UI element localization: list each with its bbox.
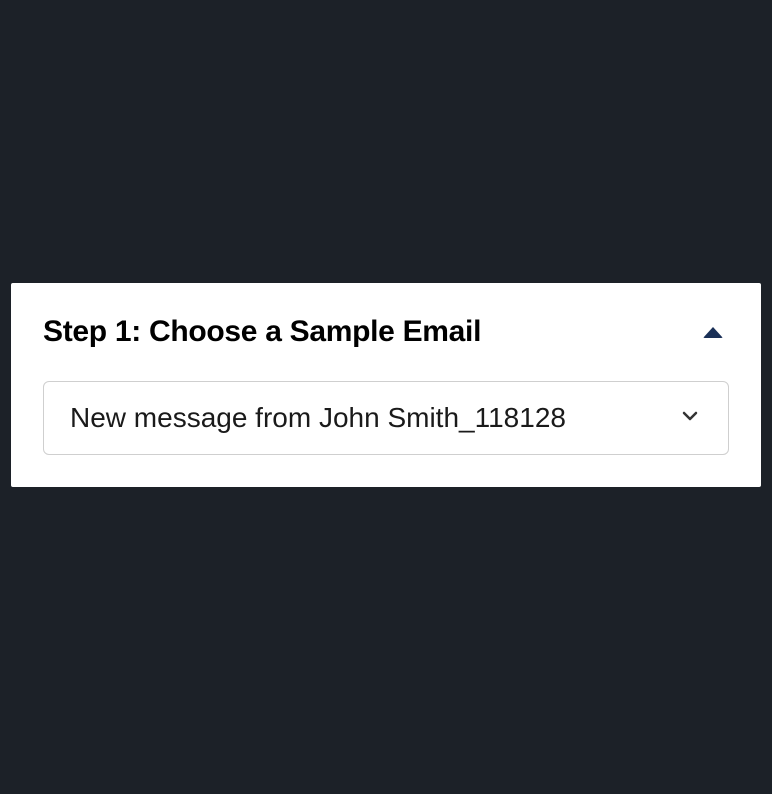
step-title: Step 1: Choose a Sample Email: [43, 315, 481, 349]
caret-up-icon[interactable]: [703, 327, 723, 338]
card-header: Step 1: Choose a Sample Email: [43, 315, 729, 349]
select-value: New message from John Smith_118128: [70, 402, 566, 434]
step-card: Step 1: Choose a Sample Email New messag…: [11, 283, 761, 487]
chevron-down-icon: [678, 404, 702, 433]
sample-email-select[interactable]: New message from John Smith_118128: [43, 381, 729, 455]
